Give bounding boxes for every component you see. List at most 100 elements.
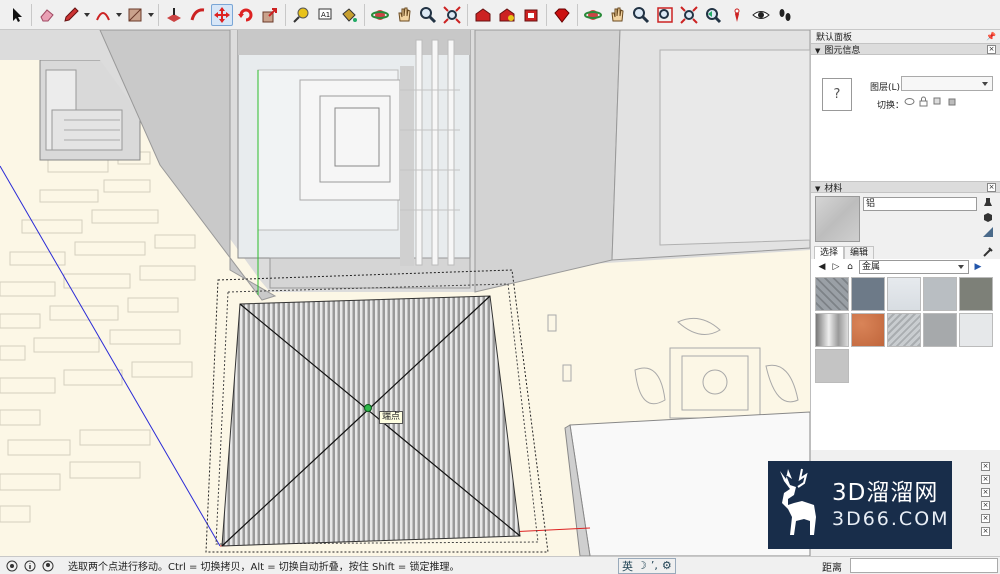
visibility-toggle-icon[interactable] xyxy=(904,96,915,107)
eraser-tool-button[interactable] xyxy=(36,4,58,26)
follow-me-tool-button[interactable] xyxy=(187,4,209,26)
share-model-tool-button[interactable] xyxy=(496,4,518,26)
close-icon[interactable]: × xyxy=(981,462,990,471)
aluminium-plane[interactable] xyxy=(221,295,521,547)
rectangle-icon xyxy=(128,8,142,21)
sample-paint-icon[interactable] xyxy=(982,196,994,208)
material-swatch[interactable] xyxy=(959,313,993,347)
details-arrow-icon[interactable]: ▶ xyxy=(973,262,983,272)
arc-tool-button[interactable] xyxy=(92,4,114,26)
walk-tool-button[interactable] xyxy=(774,4,796,26)
pan-tool-button[interactable] xyxy=(393,4,415,26)
zoom-extents-tool-button[interactable] xyxy=(441,4,463,26)
back-arrow-icon[interactable]: ◀ xyxy=(817,262,827,272)
extension-tool-button[interactable] xyxy=(520,4,542,26)
rotate-icon xyxy=(238,8,253,21)
ime-indicator[interactable]: 英 ☽ ’, ⚙ xyxy=(618,557,676,574)
zoom-tool-2-button[interactable] xyxy=(630,4,652,26)
hand-pan-icon xyxy=(611,7,624,21)
zoom-extents-tool-2-button[interactable] xyxy=(678,4,700,26)
material-current: 铝 xyxy=(811,193,1000,245)
tray-title-bar: 默认面板 📌 xyxy=(811,30,1000,43)
eyedropper-icon[interactable] xyxy=(982,246,994,261)
close-icon[interactable]: × xyxy=(981,488,990,497)
layer-select[interactable] xyxy=(901,76,993,91)
toggle-label: 切换： xyxy=(877,101,905,111)
shape-tool-button[interactable] xyxy=(124,4,146,26)
select-tool-button[interactable] xyxy=(5,4,27,26)
orbit-tool-button[interactable] xyxy=(369,4,391,26)
home-icon[interactable]: ⌂ xyxy=(845,262,855,272)
watermark-subtitle: 3D66.COM xyxy=(832,508,950,530)
material-swatch[interactable] xyxy=(815,277,849,311)
warehouse-tool-button[interactable] xyxy=(472,4,494,26)
push-pull-tool-button[interactable] xyxy=(163,4,185,26)
info-icon[interactable] xyxy=(24,560,36,572)
tab-select[interactable]: 选择 xyxy=(814,246,845,259)
zoom-window-tool-button[interactable] xyxy=(654,4,676,26)
material-swatch[interactable] xyxy=(851,277,885,311)
push-pull-icon xyxy=(167,7,181,22)
forward-arrow-icon[interactable]: ▷ xyxy=(831,262,841,272)
toolbar-separator xyxy=(577,3,578,26)
paint-bucket-tool-button[interactable] xyxy=(338,4,360,26)
close-icon[interactable]: × xyxy=(981,475,990,484)
zoom-extents-icon xyxy=(443,5,461,24)
arc-dropdown[interactable] xyxy=(115,4,123,26)
pencil-tool-button[interactable] xyxy=(60,4,82,26)
receive-shadows-icon[interactable] xyxy=(932,96,943,107)
model-viewport[interactable]: 端点 xyxy=(0,30,810,556)
default-material-icon[interactable] xyxy=(982,226,994,238)
close-icon[interactable]: × xyxy=(987,182,996,192)
pencil-dropdown[interactable] xyxy=(83,4,91,26)
pin-icon[interactable]: 📌 xyxy=(986,32,1000,41)
create-material-icon[interactable] xyxy=(982,211,994,223)
moon-icon: ☽ xyxy=(637,559,647,572)
material-name-field[interactable]: 铝 xyxy=(863,197,977,211)
pan-tool-2-button[interactable] xyxy=(606,4,628,26)
close-icon[interactable]: × xyxy=(981,501,990,510)
close-icon[interactable]: × xyxy=(987,44,996,54)
rotate-tool-button[interactable] xyxy=(235,4,257,26)
material-swatch-grid xyxy=(811,275,1000,450)
zoom-window-icon xyxy=(657,6,673,23)
scale-tool-button[interactable] xyxy=(259,4,281,26)
lock-toggle-icon[interactable] xyxy=(918,96,929,107)
geo-location-icon[interactable] xyxy=(6,560,18,572)
look-around-tool-button[interactable] xyxy=(750,4,772,26)
close-icon[interactable]: × xyxy=(981,527,990,536)
entity-thumbnail: ? xyxy=(822,78,852,111)
shape-dropdown[interactable] xyxy=(147,4,155,26)
close-icon[interactable]: × xyxy=(981,514,990,523)
material-swatch[interactable] xyxy=(815,349,849,383)
watermark-text: 3D溜溜网 3D66.COM xyxy=(832,479,950,531)
arc-icon xyxy=(96,11,110,20)
material-swatch[interactable] xyxy=(959,277,993,311)
materials-header[interactable]: ▼ 材料 × xyxy=(811,181,1000,194)
material-preview[interactable] xyxy=(815,196,860,242)
material-swatch[interactable] xyxy=(923,277,957,311)
user-icon[interactable] xyxy=(42,560,54,572)
previous-view-tool-button[interactable] xyxy=(702,4,724,26)
measurements-input[interactable] xyxy=(850,558,998,573)
text-tool-button[interactable]: A1 xyxy=(314,4,336,26)
move-tool-button[interactable] xyxy=(211,3,233,26)
material-swatch[interactable] xyxy=(887,313,921,347)
material-swatch[interactable] xyxy=(851,313,885,347)
cast-shadows-icon[interactable] xyxy=(946,96,957,107)
material-swatch[interactable] xyxy=(923,313,957,347)
position-camera-tool-button[interactable] xyxy=(726,4,748,26)
material-swatch[interactable] xyxy=(815,313,849,347)
layer-label: 图层(L): xyxy=(870,83,904,93)
entity-info-header[interactable]: ▼ 图元信息 × xyxy=(811,43,1000,56)
status-message: 选取两个点进行移动。Ctrl = 切换拷贝，Alt = 切换自动折叠，按住 Sh… xyxy=(68,562,460,573)
tape-measure-tool-button[interactable] xyxy=(290,4,312,26)
back-wall xyxy=(0,30,810,301)
ruby-tool-button[interactable] xyxy=(551,4,573,26)
zoom-tool-button[interactable] xyxy=(417,4,439,26)
material-swatch[interactable] xyxy=(887,277,921,311)
orbit-tool-2-button[interactable] xyxy=(582,4,604,26)
material-library-select[interactable]: 金属 xyxy=(859,260,969,274)
endpoint-marker xyxy=(364,404,372,412)
tab-edit[interactable]: 编辑 xyxy=(844,246,875,259)
